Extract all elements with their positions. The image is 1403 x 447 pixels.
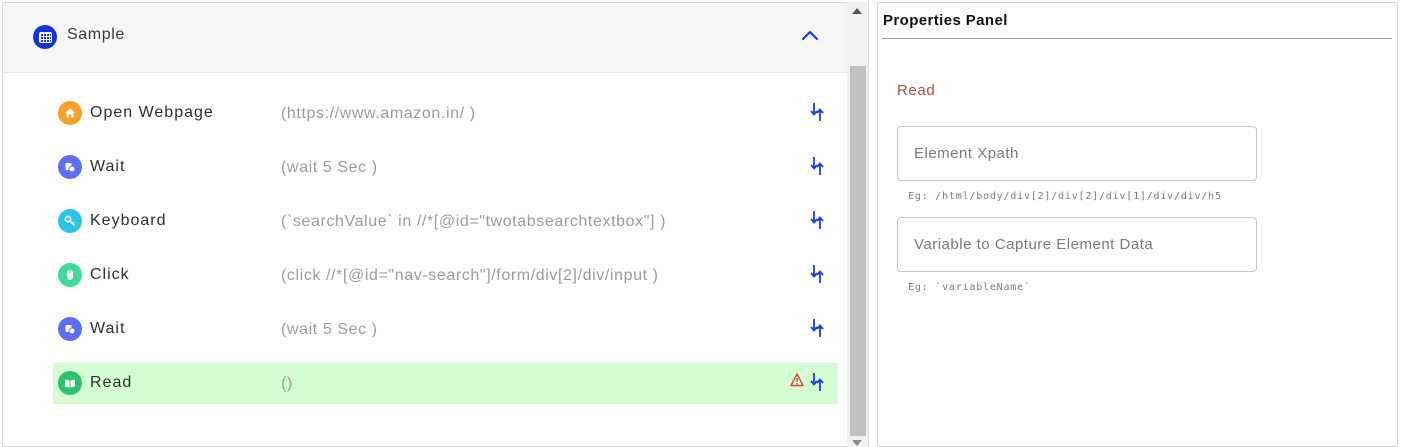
element-xpath-hint: Eg: /html/body/div[2]/div[2]/div[1]/div/… — [908, 191, 1222, 202]
step-list: Open Webpage (https://www.amazon.in/ ) W… — [53, 93, 838, 417]
step-row-keyboard[interactable]: Keyboard (`searchValue` in //*[@id="twot… — [53, 201, 838, 242]
divider — [882, 38, 1392, 39]
step-params: (https://www.amazon.in/ ) — [281, 105, 476, 122]
warning-icon — [790, 373, 804, 387]
scroll-up-arrow-icon[interactable] — [852, 8, 862, 14]
step-name: Click — [90, 266, 130, 283]
vertical-scrollbar[interactable] — [847, 2, 869, 447]
reorder-arrows-icon[interactable] — [809, 317, 825, 339]
timer-icon — [58, 155, 82, 179]
reorder-arrows-icon[interactable] — [809, 101, 825, 123]
step-row-wait[interactable]: Wait (wait 5 Sec ) — [53, 147, 838, 188]
chevron-up-icon[interactable] — [799, 25, 821, 47]
step-params: (click //*[@id="nav-search"]/form/div[2]… — [281, 267, 659, 284]
capture-variable-hint: Eg: `variableName` — [908, 282, 1031, 293]
step-name: Wait — [90, 158, 126, 175]
key-icon — [58, 209, 82, 233]
step-row-read[interactable]: Read () — [53, 363, 838, 404]
step-params: (`searchValue` in //*[@id="twotabsearcht… — [281, 213, 667, 230]
workflow-title: Sample — [67, 26, 125, 43]
step-row-open-webpage[interactable]: Open Webpage (https://www.amazon.in/ ) — [53, 93, 838, 134]
timer-icon — [58, 317, 82, 341]
capture-variable-input[interactable] — [897, 217, 1257, 272]
step-row-click[interactable]: Click (click //*[@id="nav-search"]/form/… — [53, 255, 838, 296]
reorder-arrows-icon[interactable] — [809, 209, 825, 231]
element-xpath-input[interactable] — [897, 126, 1257, 181]
workflow-logo-icon — [33, 25, 57, 49]
reorder-arrows-icon[interactable] — [809, 263, 825, 285]
workflow-header[interactable]: Sample — [3, 3, 847, 73]
book-icon — [58, 371, 82, 395]
home-icon — [58, 101, 82, 125]
scroll-down-arrow-icon[interactable] — [852, 440, 862, 446]
step-params: () — [281, 375, 293, 392]
reorder-arrows-icon[interactable] — [809, 371, 825, 393]
step-params: (wait 5 Sec ) — [281, 159, 378, 176]
step-row-wait[interactable]: Wait (wait 5 Sec ) — [53, 309, 838, 350]
properties-panel: Properties Panel Read Eg: /html/body/div… — [877, 2, 1398, 447]
step-name: Read — [90, 374, 133, 391]
mouse-icon — [58, 263, 82, 287]
step-name: Open Webpage — [90, 104, 214, 121]
reorder-arrows-icon[interactable] — [809, 155, 825, 177]
step-params: (wait 5 Sec ) — [281, 321, 378, 338]
scrollbar-thumb[interactable] — [850, 66, 866, 436]
properties-panel-title: Properties Panel — [883, 12, 1008, 29]
step-name: Wait — [90, 320, 126, 337]
workflow-panel: Sample Open Webpage (https://www.amazon.… — [2, 2, 847, 447]
properties-section-label: Read — [897, 82, 936, 99]
step-name: Keyboard — [90, 212, 167, 229]
